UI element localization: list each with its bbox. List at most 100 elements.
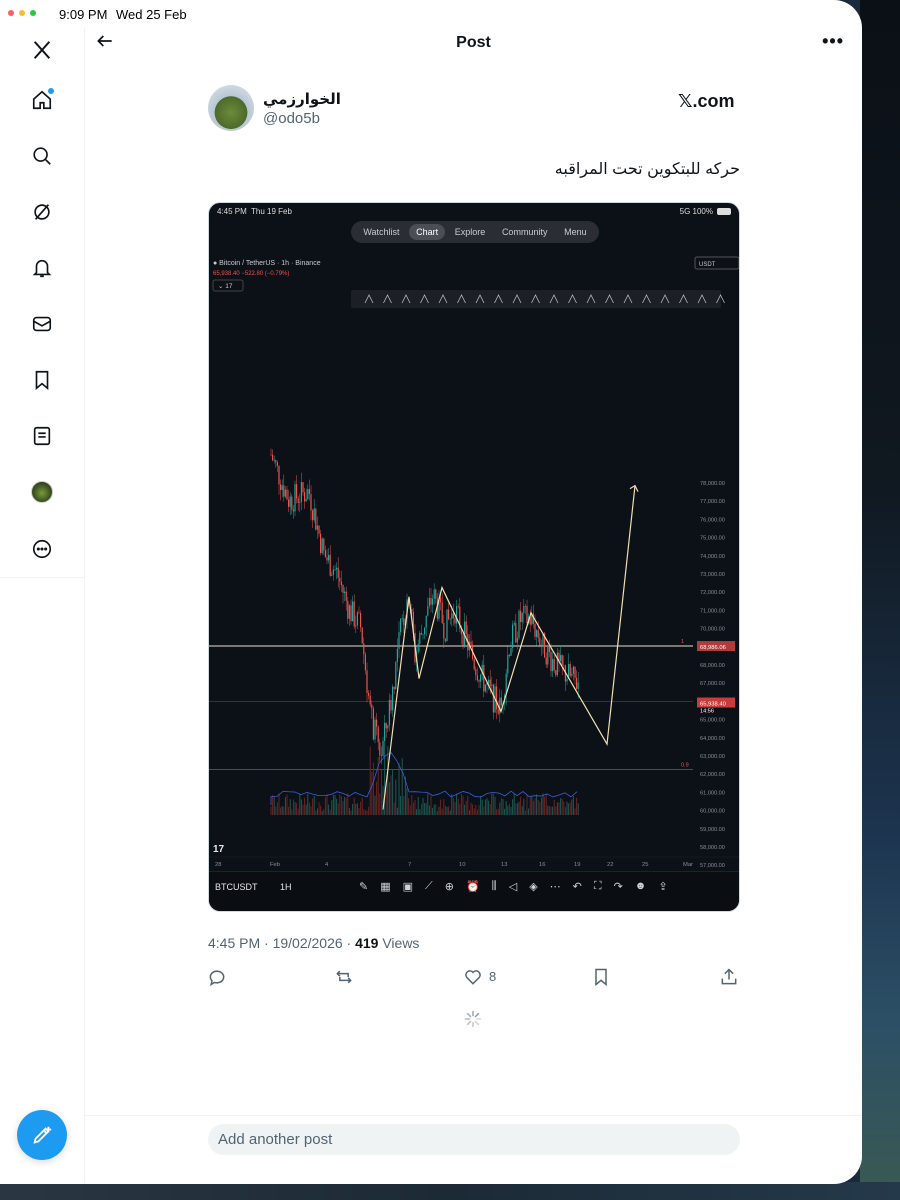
volume-bar [283, 806, 285, 815]
candle-body [321, 538, 323, 554]
candle-body [387, 725, 389, 729]
zoom-dot-icon[interactable] [30, 10, 36, 16]
candle-body [518, 610, 520, 638]
volume-bar [571, 799, 573, 815]
candle-body [308, 489, 310, 495]
y-tick-label: 60,000.00 [700, 809, 725, 815]
volume-bar [360, 801, 362, 815]
close-dot-icon[interactable] [8, 10, 14, 16]
volume-bar [526, 795, 528, 815]
candle-body [278, 465, 280, 485]
candle-body [300, 482, 302, 502]
candle-body [510, 647, 512, 656]
volume-bar [323, 809, 325, 815]
volume-bar [568, 803, 570, 815]
volume-bar [507, 805, 509, 815]
volume-bar [315, 810, 317, 815]
bookmarks-icon[interactable] [27, 365, 57, 395]
candle-body [302, 482, 304, 493]
candle-body [356, 612, 358, 626]
media-toolbar-icon: ◈ [529, 881, 538, 893]
volume-bar [304, 797, 306, 815]
notifications-icon[interactable] [27, 253, 57, 283]
home-icon[interactable] [27, 85, 57, 115]
candle-body [425, 615, 427, 628]
volume-bar [512, 799, 514, 815]
compose-button[interactable] [17, 1110, 67, 1160]
volume-bar [564, 806, 566, 815]
volume-bar [340, 796, 342, 815]
minimize-dot-icon[interactable] [19, 10, 25, 16]
candle-body [292, 509, 294, 512]
volume-bar [494, 796, 496, 815]
profile-avatar[interactable] [27, 477, 57, 507]
y-tick-label: 73,000.00 [700, 572, 725, 578]
reply-input[interactable]: Add another post [208, 1124, 740, 1155]
volume-bar [358, 808, 360, 815]
reply-button[interactable] [207, 966, 229, 988]
media-status-right: 5G 100% [679, 207, 713, 216]
spinner-segment [466, 1012, 472, 1018]
candle-body [547, 645, 549, 665]
volume-bar [459, 804, 461, 815]
repost-button[interactable] [334, 966, 356, 988]
volume-bar [425, 803, 427, 815]
volume-bar [561, 798, 563, 815]
candle-body [395, 661, 397, 689]
candle-body [435, 589, 437, 599]
volume-bar [342, 801, 344, 815]
candle-body [553, 659, 555, 671]
window-controls[interactable] [8, 10, 36, 16]
x-tick-label: Mar [683, 862, 693, 868]
status-bar: 9:09 PM Wed 25 Feb [0, 0, 862, 28]
grok-icon[interactable] [27, 197, 57, 227]
volume-bar [384, 751, 386, 815]
volume-bar [516, 803, 518, 815]
candle-body [270, 454, 272, 456]
candle-body [312, 510, 314, 521]
media-status-time: 4:45 PM [217, 207, 247, 216]
candle-body [304, 492, 306, 502]
author-handle[interactable]: @odo5b [263, 110, 320, 127]
candle-body [403, 618, 405, 626]
x-logo-icon[interactable] [27, 35, 57, 65]
candle-body [291, 496, 293, 510]
media-toolbar-icon: ⏰ [465, 881, 480, 893]
candle-body [369, 695, 371, 705]
volume-bar [504, 808, 506, 815]
candle-body [440, 597, 442, 603]
volume-bar [452, 798, 454, 815]
post-media-image[interactable]: 4:45 PM Thu 19 Feb 5G 100% Watchlist Cha… [208, 202, 740, 912]
candle-body [577, 682, 579, 689]
volume-bar [518, 801, 520, 815]
volume-bar [472, 804, 474, 815]
level-price-label: 68,986.06 [700, 645, 726, 651]
volume-bar [502, 798, 504, 815]
lists-icon[interactable] [27, 421, 57, 451]
volume-bar [513, 793, 515, 815]
volume-bar [281, 805, 283, 815]
messages-icon[interactable] [27, 309, 57, 339]
volume-bar [310, 806, 312, 815]
volume-bar [320, 805, 322, 815]
candle-body [446, 609, 448, 642]
volume-bar [372, 762, 374, 815]
candle-body [443, 622, 445, 639]
volume-bar [339, 794, 341, 815]
search-icon[interactable] [27, 141, 57, 171]
like-button[interactable] [463, 966, 485, 988]
bookmark-button[interactable] [591, 966, 613, 988]
volume-bar [478, 805, 480, 815]
volume-bar [492, 793, 494, 815]
volume-bar [552, 806, 554, 815]
volume-bar [436, 810, 438, 815]
volume-bar [433, 804, 435, 815]
more-icon[interactable] [27, 534, 57, 564]
author-display-name[interactable]: الخوارزمي [263, 90, 341, 108]
author-avatar[interactable] [208, 85, 254, 131]
candle-body [478, 680, 480, 682]
candle-body [507, 654, 509, 674]
more-options-icon[interactable]: ••• [822, 31, 844, 52]
share-button[interactable] [719, 966, 741, 988]
candle-body [360, 613, 362, 628]
